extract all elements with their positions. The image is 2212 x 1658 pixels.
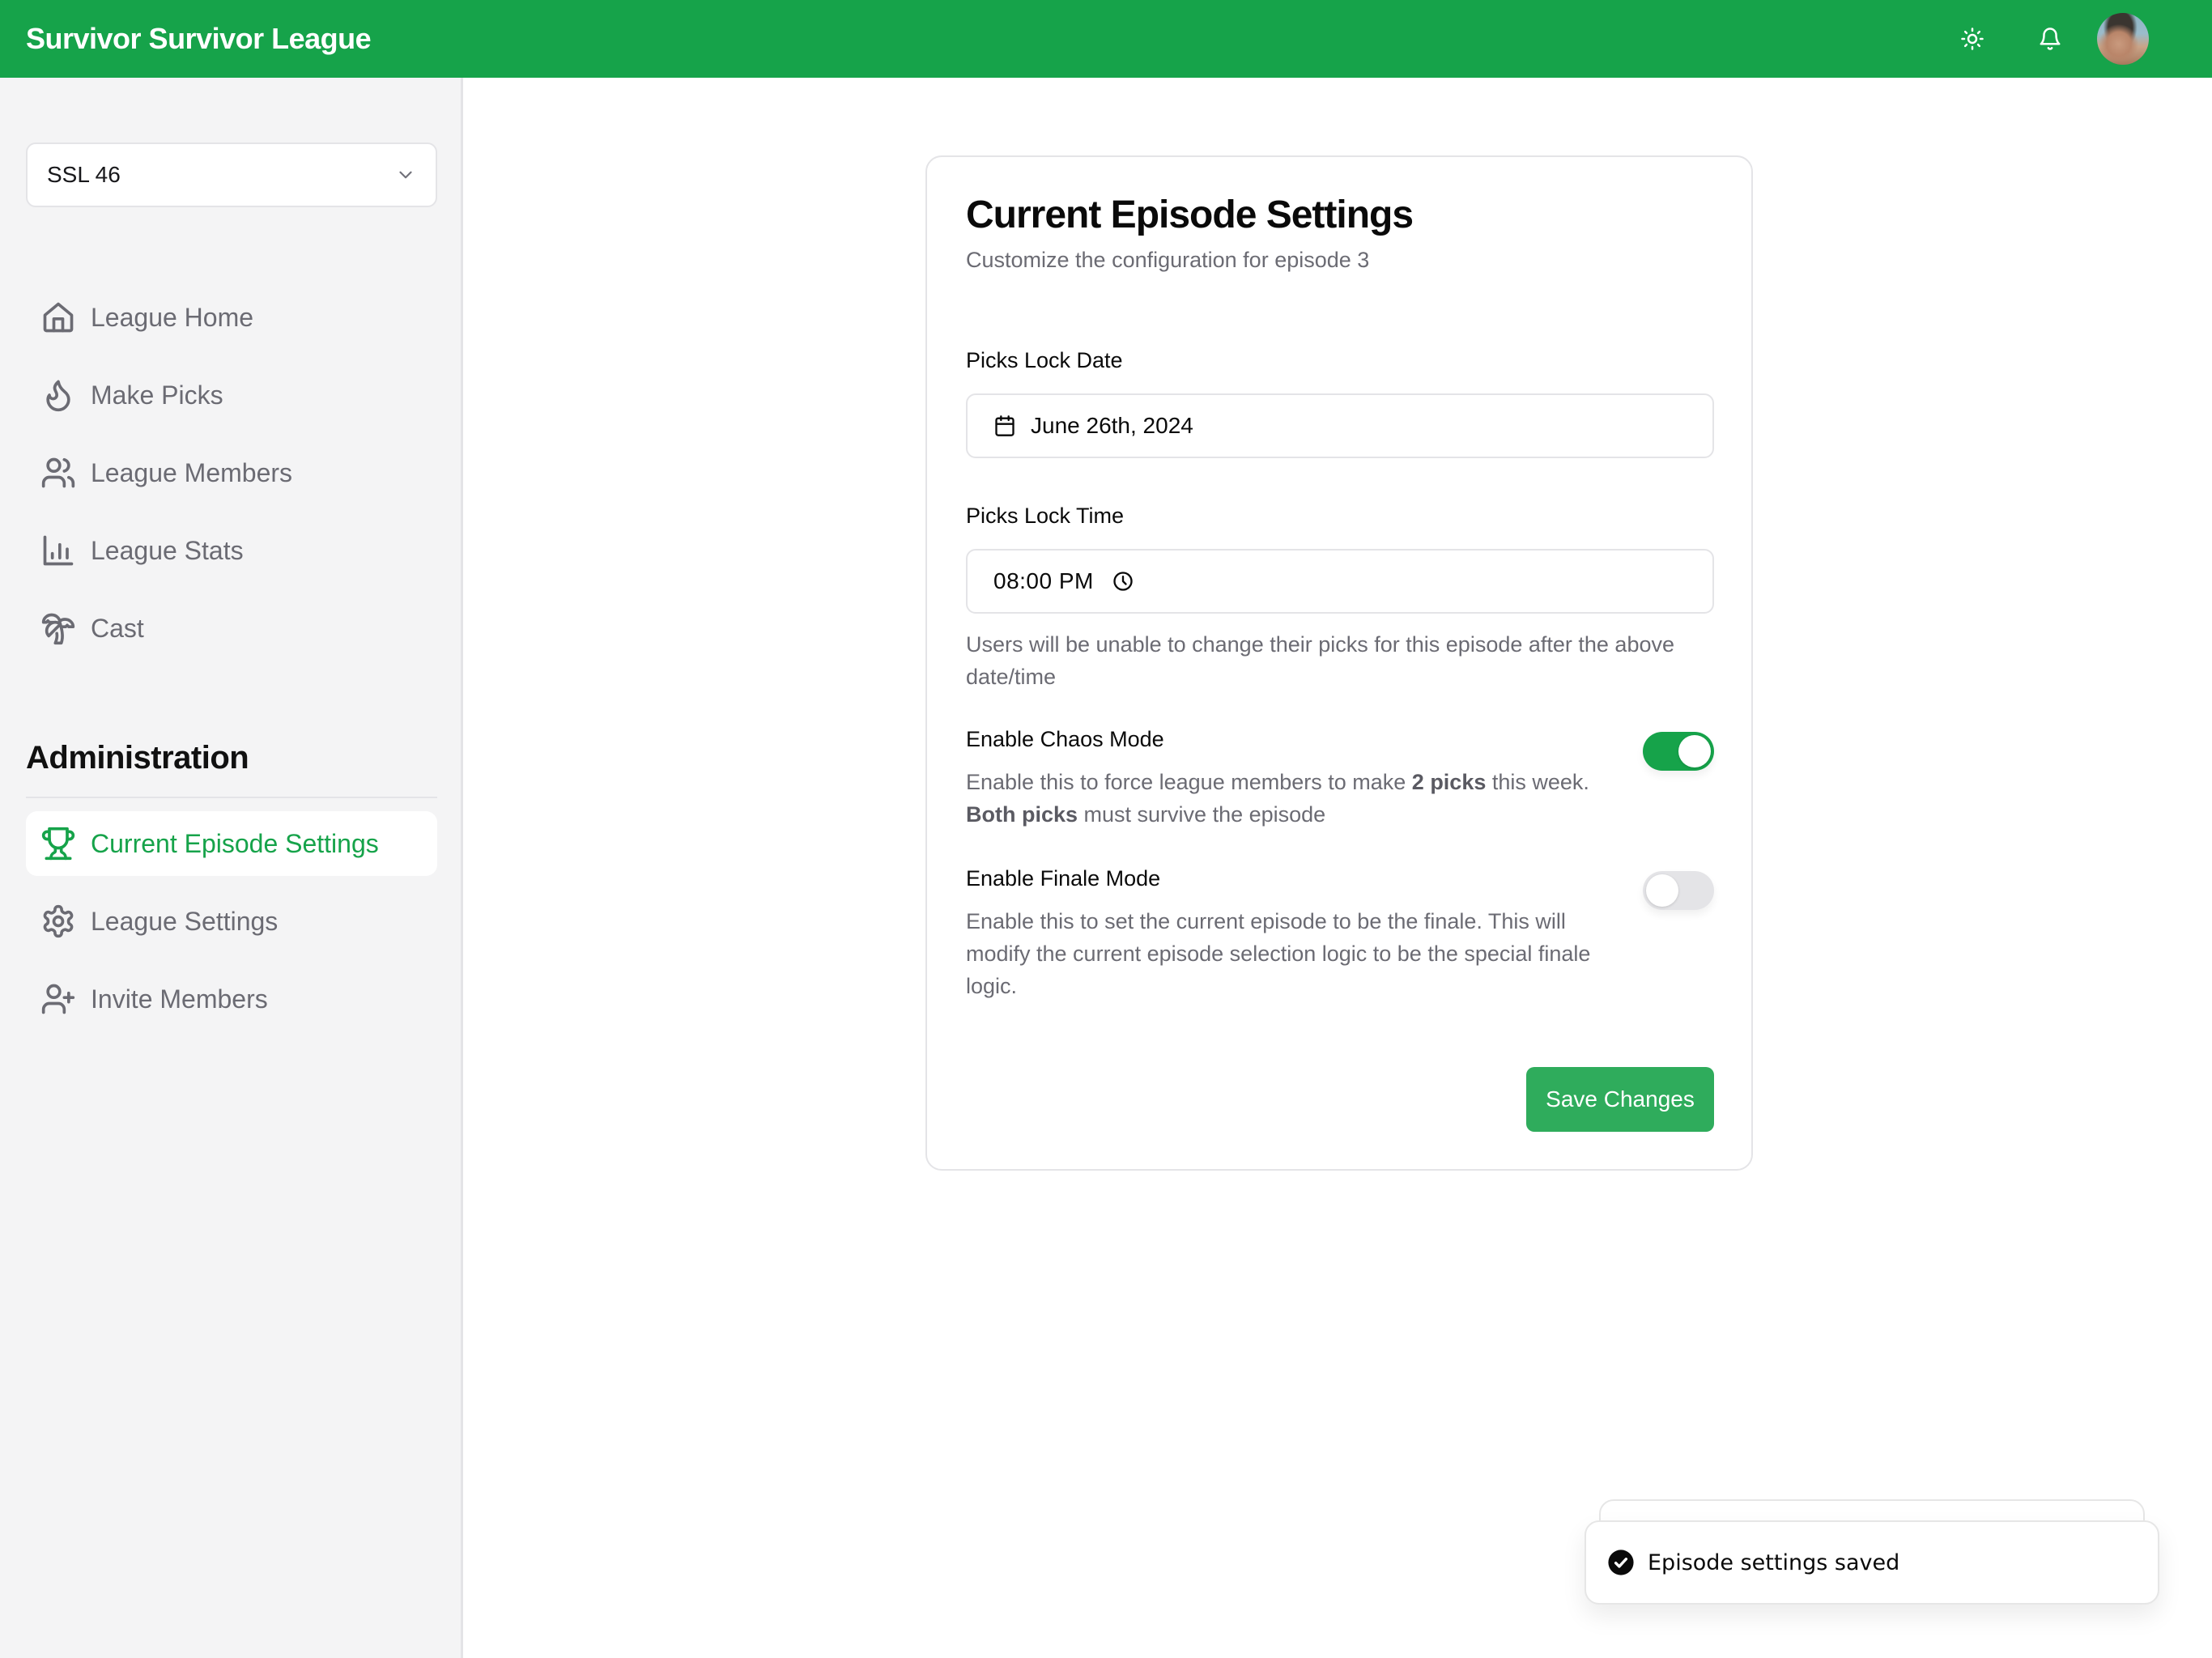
save-changes-button[interactable]: Save Changes	[1526, 1067, 1714, 1132]
theme-toggle-button[interactable]	[1953, 19, 1992, 58]
sidebar-item-label: Make Picks	[91, 380, 223, 410]
sidebar-item-current-episode-settings[interactable]: Current Episode Settings	[26, 811, 437, 876]
user-avatar[interactable]	[2097, 13, 2149, 65]
bell-icon	[2040, 28, 2061, 50]
check-circle-icon	[1608, 1550, 1634, 1575]
trophy-icon	[41, 827, 75, 861]
toast-message: Episode settings saved	[1648, 1550, 1900, 1575]
sidebar: SSL 46 League Home Make Picks League Mem…	[0, 78, 463, 1658]
sidebar-item-league-home[interactable]: League Home	[26, 285, 437, 350]
lock-date-value: June 26th, 2024	[1031, 413, 1193, 438]
toggle-knob	[1678, 735, 1711, 767]
app-title[interactable]: Survivor Survivor League	[26, 19, 372, 58]
chaos-desc-bold: 2 picks	[1411, 770, 1487, 794]
divider	[26, 797, 437, 798]
lock-date-picker[interactable]: June 26th, 2024	[966, 393, 1714, 458]
chaos-mode-description: Enable this to force league members to m…	[966, 766, 1614, 831]
toast-notification[interactable]: Episode settings saved	[1585, 1520, 2159, 1605]
sidebar-item-invite-members[interactable]: Invite Members	[26, 967, 437, 1031]
clock-icon[interactable]	[1112, 570, 1134, 593]
page-subtitle: Customize the configuration for episode …	[966, 248, 1370, 272]
flame-icon	[46, 380, 70, 412]
chaos-desc-text: must survive the episode	[1078, 802, 1326, 827]
lock-time-input[interactable]: 08:00 PM	[966, 549, 1714, 614]
users-icon	[41, 457, 75, 488]
lock-date-label: Picks Lock Date	[966, 348, 1123, 372]
notifications-button[interactable]	[2031, 19, 2069, 58]
chaos-mode-toggle[interactable]	[1643, 732, 1714, 771]
palm-tree-icon	[41, 613, 75, 645]
top-bar: Survivor Survivor League	[0, 0, 2212, 78]
toggle-knob	[1646, 874, 1678, 907]
sidebar-item-label: Invite Members	[91, 984, 268, 1014]
sidebar-item-make-picks[interactable]: Make Picks	[26, 363, 437, 427]
home-icon	[43, 302, 74, 333]
gear-icon	[43, 904, 74, 938]
episode-settings-card: Current Episode Settings Customize the c…	[925, 155, 1753, 1171]
finale-mode-toggle[interactable]	[1643, 871, 1714, 910]
chevron-down-icon	[399, 171, 412, 179]
sidebar-item-label: League Members	[91, 457, 293, 487]
sidebar-item-league-members[interactable]: League Members	[26, 440, 437, 505]
sidebar-item-league-settings[interactable]: League Settings	[26, 889, 437, 954]
chaos-desc-bold: Both picks	[966, 802, 1078, 827]
calendar-icon	[995, 415, 1015, 436]
chaos-desc-text: this week.	[1486, 770, 1589, 794]
chaos-desc-text: Enable this to force league members to m…	[966, 770, 1412, 794]
league-select-value: SSL 46	[47, 162, 121, 187]
page-title: Current Episode Settings	[966, 193, 1414, 236]
lock-help-text: Users will be unable to change their pic…	[966, 632, 1674, 689]
sidebar-item-league-stats[interactable]: League Stats	[26, 518, 437, 583]
sidebar-item-cast[interactable]: Cast	[26, 596, 437, 661]
sidebar-item-label: League Settings	[91, 906, 279, 936]
finale-mode-label: Enable Finale Mode	[966, 866, 1161, 891]
sidebar-item-label: League Stats	[91, 535, 244, 565]
lock-time-value: 08:00 PM	[993, 568, 1094, 593]
sidebar-item-label: Current Episode Settings	[91, 828, 379, 858]
chaos-mode-label: Enable Chaos Mode	[966, 727, 1164, 751]
sidebar-item-label: League Home	[91, 302, 254, 332]
user-plus-icon	[41, 984, 75, 1014]
sidebar-item-label: Cast	[91, 613, 144, 643]
league-select[interactable]: SSL 46	[26, 142, 437, 207]
administration-heading: Administration	[26, 740, 249, 776]
bar-chart-icon	[43, 535, 74, 566]
finale-mode-description: Enable this to set the current episode t…	[966, 909, 1591, 998]
lock-time-label: Picks Lock Time	[966, 504, 1125, 528]
sun-icon	[1961, 28, 1984, 50]
